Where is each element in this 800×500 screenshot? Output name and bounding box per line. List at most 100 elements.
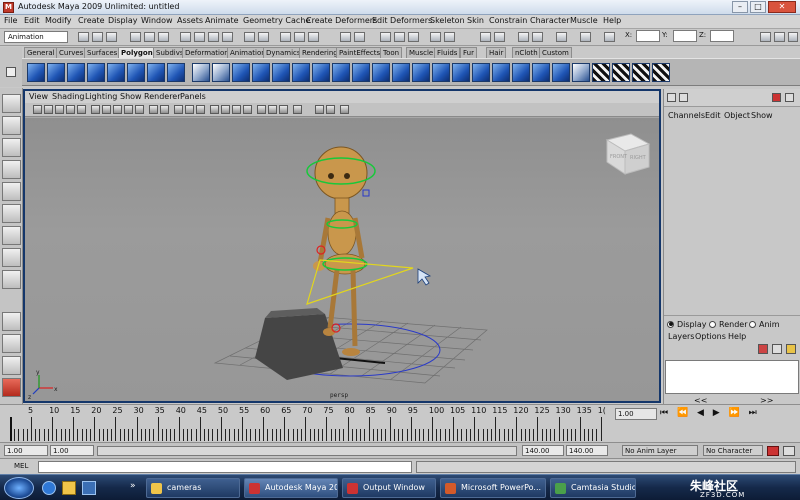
use-all-lights-icon[interactable] bbox=[221, 105, 230, 114]
select-hierarchy-icon[interactable] bbox=[130, 32, 141, 42]
snap-point-icon[interactable] bbox=[208, 32, 219, 42]
panel-options-icon[interactable] bbox=[785, 93, 794, 102]
film-gate-icon[interactable] bbox=[102, 105, 111, 114]
layer-list[interactable] bbox=[665, 360, 799, 394]
vp-menu-shading[interactable]: Shading bbox=[52, 92, 85, 101]
scene-canvas[interactable]: FRONT RIGHT x y z persp bbox=[25, 118, 659, 401]
explorer-icon[interactable] bbox=[62, 481, 76, 495]
tool-settings-icon[interactable] bbox=[774, 32, 785, 42]
menu-character[interactable]: Character bbox=[530, 16, 570, 25]
snap-curve-icon[interactable] bbox=[194, 32, 205, 42]
boolean-union-icon[interactable] bbox=[272, 63, 290, 82]
extrude-icon[interactable] bbox=[452, 63, 470, 82]
character-set-dropdown[interactable]: No Character Set bbox=[703, 445, 763, 465]
taskbar-item-camtasia[interactable]: Camtasia Studio - ... bbox=[550, 478, 636, 498]
cb-menu-show[interactable]: Show bbox=[751, 111, 773, 120]
menu-constrain[interactable]: Constrain bbox=[489, 16, 527, 25]
checker-uv-icon-3[interactable] bbox=[632, 63, 650, 82]
split-polygon-icon[interactable] bbox=[392, 63, 410, 82]
tab-fur[interactable]: Fur bbox=[460, 47, 477, 58]
cb-menu-object[interactable]: Object bbox=[724, 111, 750, 120]
layer-editor-toggle-icon[interactable] bbox=[679, 93, 688, 102]
tab-custom[interactable]: Custom bbox=[539, 47, 572, 58]
tab-surfaces[interactable]: Surfaces bbox=[84, 47, 121, 58]
ipr-render-icon[interactable] bbox=[294, 32, 305, 42]
checker-uv-icon-2[interactable] bbox=[612, 63, 630, 82]
vp-menu-renderer[interactable]: Renderer bbox=[144, 92, 181, 101]
tab-toon[interactable]: Toon bbox=[380, 47, 403, 58]
menu-animate[interactable]: Animate bbox=[205, 16, 239, 25]
tab-ncloth[interactable]: nCloth bbox=[512, 47, 541, 58]
layer-menu-layers[interactable]: Layers bbox=[668, 332, 694, 341]
scene-icon-2[interactable] bbox=[532, 32, 543, 42]
camera-attributes-icon[interactable] bbox=[33, 105, 42, 114]
view-cube-icon[interactable]: FRONT RIGHT bbox=[605, 133, 651, 175]
bridge-icon[interactable] bbox=[472, 63, 490, 82]
menu-assets[interactable]: Assets bbox=[177, 16, 203, 25]
grid-toggle-icon[interactable] bbox=[91, 105, 100, 114]
tab-deformation[interactable]: Deformation bbox=[182, 47, 232, 58]
scene-icon[interactable] bbox=[518, 32, 529, 42]
textured-icon[interactable] bbox=[210, 105, 219, 114]
curve-icon-2[interactable] bbox=[494, 32, 505, 42]
vp-menu-show[interactable]: Show bbox=[120, 92, 142, 101]
menu-skin[interactable]: Skin bbox=[467, 16, 484, 25]
y-field[interactable] bbox=[673, 30, 697, 42]
poly-sphere-icon[interactable] bbox=[27, 63, 45, 82]
render-frame-icon[interactable] bbox=[280, 32, 291, 42]
paint-select-tool-icon[interactable] bbox=[2, 138, 21, 157]
input-line-icon[interactable] bbox=[604, 32, 615, 42]
layer-options-icon[interactable] bbox=[786, 344, 796, 354]
camera-bookmark-icon[interactable] bbox=[44, 105, 53, 114]
select-tool-icon[interactable] bbox=[2, 94, 21, 113]
vp-menu-view[interactable]: View bbox=[29, 92, 48, 101]
checker-uv-icon-4[interactable] bbox=[652, 63, 670, 82]
frame-all-icon[interactable] bbox=[315, 105, 324, 114]
smooth-shade-icon[interactable] bbox=[185, 105, 194, 114]
poly-cone-icon[interactable] bbox=[87, 63, 105, 82]
smooth-icon[interactable] bbox=[252, 63, 270, 82]
combine-icon[interactable] bbox=[192, 63, 210, 82]
vp-menu-lighting[interactable]: Lighting bbox=[85, 92, 117, 101]
xray-icon[interactable] bbox=[257, 105, 266, 114]
snap-grid-icon[interactable] bbox=[180, 32, 191, 42]
close-button[interactable]: ✕ bbox=[768, 1, 796, 13]
taskbar-item-powerpoint[interactable]: Microsoft PowerPo... bbox=[440, 478, 546, 498]
animation-start-field[interactable]: 1.00 bbox=[4, 445, 48, 456]
camera-icon[interactable] bbox=[556, 32, 567, 42]
deform-icon-2[interactable] bbox=[408, 32, 419, 42]
new-layer-icon[interactable] bbox=[758, 344, 768, 354]
poly-torus-icon[interactable] bbox=[127, 63, 145, 82]
tab-fluids[interactable]: Fluids bbox=[434, 47, 461, 58]
boolean-intersection-icon[interactable] bbox=[312, 63, 330, 82]
save-scene-icon[interactable] bbox=[106, 32, 117, 42]
poly-cube-icon[interactable] bbox=[47, 63, 65, 82]
lasso-tool-icon[interactable] bbox=[2, 116, 21, 135]
grease-pencil-icon[interactable] bbox=[77, 105, 86, 114]
sphere-icon[interactable] bbox=[354, 32, 365, 42]
menu-edit[interactable]: Edit bbox=[24, 16, 40, 25]
quicklaunch-chevron-icon[interactable]: » bbox=[130, 481, 136, 491]
menu-muscle[interactable]: Muscle bbox=[570, 16, 598, 25]
taskbar-item-cameras[interactable]: cameras bbox=[146, 478, 240, 498]
mel-command-input[interactable] bbox=[38, 461, 412, 473]
auto-key-icon[interactable] bbox=[767, 446, 779, 456]
show-manipulator-icon[interactable] bbox=[2, 270, 21, 289]
time-slider[interactable]: 5 10 15 20 25 30 35 40 45 50 55 60 65 70 75 80 85 90 95 100… bbox=[0, 404, 800, 442]
tab-rendering[interactable]: Rendering bbox=[299, 47, 341, 58]
rotate-tool-icon[interactable] bbox=[2, 182, 21, 201]
checker-uv-icon[interactable] bbox=[592, 63, 610, 82]
anim-layer-dropdown[interactable]: No Anim Layer bbox=[622, 445, 698, 456]
layer-menu-options[interactable]: Options bbox=[695, 332, 726, 341]
anim-radio[interactable] bbox=[749, 321, 756, 328]
vp-menu-panels[interactable]: Panels bbox=[180, 92, 206, 101]
duplicate-icon[interactable] bbox=[380, 32, 391, 42]
select-object-icon[interactable] bbox=[144, 32, 155, 42]
input-ops-icon[interactable] bbox=[258, 32, 269, 42]
isolate-select-icon[interactable] bbox=[293, 105, 302, 114]
magnet-icon[interactable] bbox=[430, 32, 441, 42]
high-quality-icon[interactable] bbox=[243, 105, 252, 114]
resolution-gate-icon[interactable] bbox=[113, 105, 122, 114]
perspective-viewport[interactable]: View Shading Lighting Show Renderer Pane… bbox=[23, 89, 661, 403]
channel-box-icon[interactable] bbox=[788, 32, 798, 42]
